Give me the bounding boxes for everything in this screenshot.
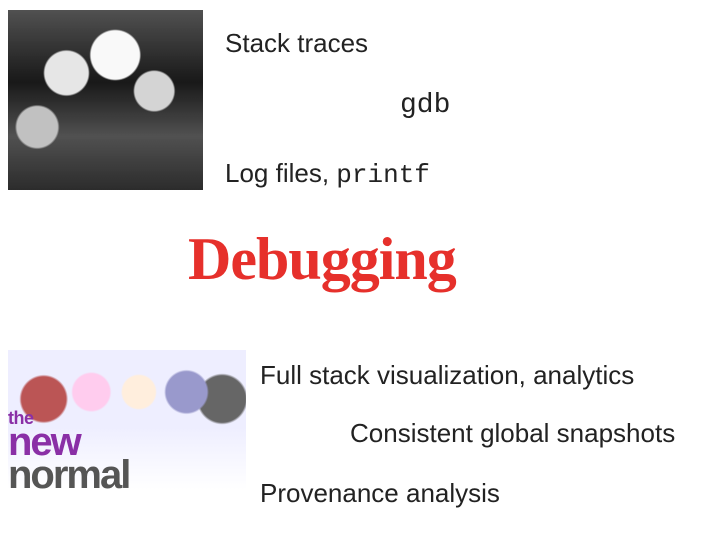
bullet-stack-traces: Stack traces bbox=[225, 28, 368, 59]
slide: Stack traces gdb Log files, printf Debug… bbox=[0, 0, 720, 540]
bullet-gdb: gdb bbox=[400, 90, 450, 121]
bullet-log-files: Log files, printf bbox=[225, 158, 430, 190]
image-bottom-cast: thenew normal bbox=[8, 350, 246, 490]
logo-word-normal: normal bbox=[8, 459, 129, 492]
bullet-full-stack-visualization: Full stack visualization, analytics bbox=[260, 360, 634, 391]
bullet-log-files-text: Log files, bbox=[225, 158, 336, 188]
page-title: Debugging bbox=[188, 225, 456, 294]
image-top-family bbox=[8, 10, 203, 190]
bullet-consistent-global-snapshots: Consistent global snapshots bbox=[350, 418, 675, 449]
bullet-provenance-analysis: Provenance analysis bbox=[260, 478, 500, 509]
logo-the-new-normal: thenew normal bbox=[8, 411, 129, 492]
bullet-printf-code: printf bbox=[336, 160, 430, 190]
